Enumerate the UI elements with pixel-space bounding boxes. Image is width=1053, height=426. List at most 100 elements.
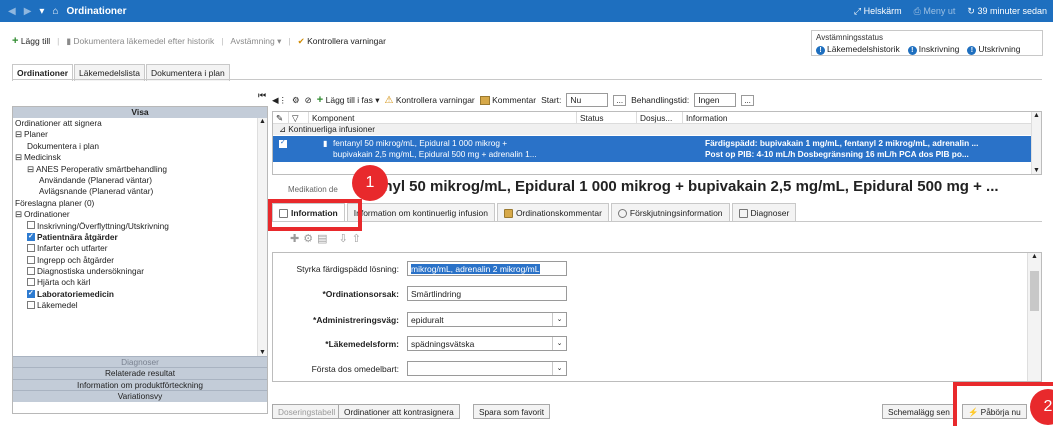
form-select[interactable]: spädningsvätska ⌄: [407, 336, 567, 351]
tab-continuous-infusion[interactable]: Information om kontinuerlig infusion: [346, 203, 495, 221]
list-item[interactable]: Inskrivning/Överflyttning/Utskrivning: [13, 221, 257, 232]
cancel-icon[interactable]: ⊘: [305, 95, 312, 106]
tools-icon[interactable]: ⚙: [303, 233, 317, 245]
admission-link[interactable]: ! Inskrivning: [907, 44, 960, 55]
toolbar-menu-icon[interactable]: ◀⋮: [272, 95, 287, 106]
chart-icon[interactable]: ▤: [317, 233, 331, 245]
refresh-button[interactable]: ↻ 39 minuter sedan: [967, 6, 1047, 17]
document-history-button[interactable]: ▮ Dokumentera läkemedel efter historik: [66, 36, 214, 47]
schedule-later-button[interactable]: Schemalägg sen: [882, 404, 956, 419]
list-item[interactable]: ⊟ Planer: [13, 129, 257, 140]
duration-picker-button[interactable]: ...: [741, 94, 754, 106]
plus-icon: +: [12, 35, 19, 47]
dose-table-button[interactable]: Doseringstabell: [272, 404, 342, 419]
back-icon[interactable]: ◀: [8, 6, 16, 17]
list-item[interactable]: Dokumentera i plan: [13, 141, 257, 152]
medication-history-link[interactable]: ! Läkemedelshistorik: [816, 44, 900, 55]
start-input[interactable]: Nu: [566, 93, 609, 107]
scroll-up-icon[interactable]: ▲: [1032, 112, 1041, 119]
tree-checkbox[interactable]: [27, 221, 35, 230]
collapse-icon[interactable]: ⊟: [27, 164, 34, 174]
chevron-down-icon[interactable]: ⌄: [552, 313, 566, 326]
admission-label: Inskrivning: [918, 44, 960, 54]
form-value: spädningsvätska: [411, 339, 475, 349]
tree-item-label: Avlägsnande (Planerad väntar): [39, 186, 154, 197]
grid-group-row[interactable]: ⊿ Kontinuerliga infusioner: [273, 124, 1041, 135]
grid-col-information[interactable]: Information: [683, 112, 1033, 123]
tab-diagnoses[interactable]: Diagnoser: [731, 203, 797, 221]
list-item[interactable]: Ordinationer att signera: [13, 118, 257, 129]
filter-icon[interactable]: ⚙: [292, 95, 300, 106]
fullscreen-button[interactable]: ⤢ Helskärm: [854, 6, 902, 17]
list-item[interactable]: Läkemedel: [13, 300, 257, 311]
list-item[interactable]: Laboratoriemedicin: [13, 288, 257, 300]
tree-checkbox[interactable]: [27, 255, 35, 264]
row-checkbox[interactable]: [279, 138, 287, 148]
footer-bar-diagnoser[interactable]: Diagnoser: [13, 356, 267, 368]
tree-checkbox[interactable]: [27, 301, 35, 310]
list-item[interactable]: ⊟ Ordinationer: [13, 209, 257, 220]
chevron-down-icon[interactable]: ⌄: [552, 337, 566, 350]
tree-checkbox[interactable]: [27, 278, 35, 287]
move-down-icon[interactable]: ⇩: [339, 233, 352, 245]
list-item[interactable]: Användande (Planerad väntar): [13, 175, 257, 186]
grid-scrollbar[interactable]: ▲ ▼: [1031, 112, 1041, 174]
cosign-orders-button[interactable]: Ordinationer att kontrasignera: [338, 404, 460, 419]
list-item[interactable]: Hjärta och kärl: [13, 277, 257, 288]
chevron-down-icon[interactable]: ▾: [39, 6, 44, 17]
collapse-icon[interactable]: ⊟: [15, 209, 22, 219]
scroll-down-icon[interactable]: ▼: [1032, 167, 1041, 174]
add-detail-icon[interactable]: ✚: [290, 233, 303, 245]
start-picker-button[interactable]: ...: [613, 94, 627, 106]
footer-bar-related-results[interactable]: Relaterade resultat: [13, 367, 267, 379]
reconcile-button[interactable]: Avstämning ▾: [230, 36, 281, 47]
tree-checkbox[interactable]: [27, 231, 35, 242]
forward-icon[interactable]: ▶: [24, 6, 32, 17]
form-select[interactable]: epiduralt ⌄: [407, 312, 567, 327]
list-item[interactable]: ⊟ Medicinsk: [13, 152, 257, 163]
add-to-phase-button[interactable]: + Lägg till i fas ▾: [317, 94, 380, 106]
save-favorite-button[interactable]: Spara som favorit: [473, 404, 551, 419]
check-warnings-button-2[interactable]: ⚠ Kontrollera varningar: [385, 95, 475, 106]
comment-button[interactable]: Kommentar: [479, 95, 536, 106]
tree-checkbox[interactable]: [27, 288, 35, 299]
scroll-thumb[interactable]: [1030, 271, 1039, 311]
list-item[interactable]: Diagnostiska undersökningar: [13, 266, 257, 277]
tree-checkbox[interactable]: [27, 266, 35, 275]
list-item[interactable]: ⊟ ANES Peroperativ smärtbehandling: [13, 164, 257, 175]
list-item[interactable]: Föreslagna planer (0): [13, 198, 257, 209]
menu-button[interactable]: ⎙ Meny ut: [914, 6, 956, 17]
discharge-link[interactable]: ! Utskrivning: [967, 44, 1020, 55]
tab-order-comment[interactable]: Ordinationskommentar: [496, 203, 609, 221]
table-row[interactable]: ▮ fentanyl 50 mikrog/mL, Epidural 1 000 …: [273, 136, 1033, 162]
check-warnings-button[interactable]: ✔ Kontrollera varningar: [298, 36, 386, 47]
grid-col-status[interactable]: Status: [577, 112, 637, 123]
footer-bar-variation-view[interactable]: Variationsvy: [13, 390, 267, 402]
tree-scrollbar[interactable]: ▲ ▼: [257, 118, 267, 356]
form-input[interactable]: Smärtlindring: [407, 286, 567, 301]
collapse-panel-icon[interactable]: ⏮: [258, 90, 266, 101]
chevron-down-icon[interactable]: ⌄: [552, 362, 566, 375]
scroll-down-icon[interactable]: ▼: [258, 349, 267, 356]
grid-col-component[interactable]: Komponent: [309, 112, 577, 123]
collapse-icon[interactable]: ⊟: [15, 152, 22, 162]
scroll-up-icon[interactable]: ▲: [258, 118, 267, 125]
scroll-up-icon[interactable]: ▲: [1028, 253, 1041, 260]
list-item[interactable]: Avlägsnande (Planerad väntar): [13, 186, 257, 197]
home-icon[interactable]: ⌂: [52, 6, 58, 17]
tab-offset-info[interactable]: Förskjutningsinformation: [610, 203, 730, 221]
collapse-icon[interactable]: ⊟: [15, 129, 22, 139]
add-button[interactable]: + Lägg till: [12, 35, 50, 47]
footer-bar-product-info[interactable]: Information om produktförteckning: [13, 378, 267, 391]
tree-checkbox[interactable]: [27, 244, 35, 253]
list-item[interactable]: Infarter och utfarter: [13, 243, 257, 254]
move-up-icon[interactable]: ⇧: [352, 233, 365, 245]
duration-input[interactable]: Ingen: [694, 93, 737, 107]
list-item[interactable]: Patientnära åtgärder: [13, 231, 257, 243]
form-select[interactable]: ⌄: [407, 361, 567, 376]
list-item[interactable]: Ingrepp och åtgärder: [13, 255, 257, 266]
form-scrollbar[interactable]: ▲: [1027, 253, 1041, 381]
form-input[interactable]: mikrog/mL, adrenalin 2 mikrog/mL: [407, 261, 567, 276]
grid-col-dose-adjust[interactable]: Dosjus...: [637, 112, 683, 123]
grid-col-filter[interactable]: ▽: [289, 112, 309, 123]
